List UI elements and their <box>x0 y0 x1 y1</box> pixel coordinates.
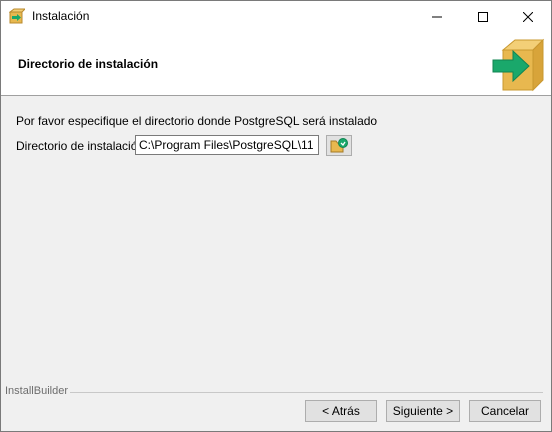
title-bar[interactable]: Instalación <box>1 1 551 32</box>
box-arrow-icon <box>489 36 545 92</box>
page-title: Directorio de instalación <box>18 57 159 71</box>
next-button[interactable]: Siguiente > <box>386 400 460 422</box>
browse-button[interactable] <box>326 135 352 156</box>
installbuilder-brand: InstallBuilder <box>5 385 70 397</box>
footer-divider <box>69 392 543 393</box>
close-button[interactable] <box>505 1 551 32</box>
maximize-button[interactable] <box>460 1 506 32</box>
directory-input[interactable] <box>135 135 319 155</box>
window-title: Instalación <box>32 9 90 23</box>
wizard-header: Directorio de instalación <box>1 32 551 96</box>
back-button[interactable]: < Atrás <box>305 400 377 422</box>
maximize-icon <box>478 11 488 22</box>
folder-browse-icon <box>330 137 348 152</box>
instruction-text: Por favor especifique el directorio dond… <box>16 114 378 128</box>
installer-window: Instalación Directorio de instalación Po… <box>0 0 552 432</box>
minimize-button[interactable] <box>414 1 460 32</box>
app-icon <box>8 8 27 24</box>
wizard-body: Por favor especifique el directorio dond… <box>1 97 551 391</box>
directory-label: Directorio de instalación <box>16 139 145 153</box>
close-icon <box>523 11 533 22</box>
cancel-button[interactable]: Cancelar <box>469 400 541 422</box>
minimize-icon <box>432 16 442 17</box>
